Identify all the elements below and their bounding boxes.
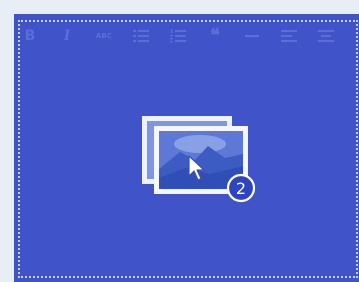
file-count-badge: 2 (226, 173, 256, 203)
align-left-icon (281, 30, 297, 42)
bulleted-list-button[interactable] (133, 28, 149, 44)
italic-icon: I (63, 28, 71, 44)
file-count-text: 2 (236, 179, 246, 198)
bold-icon: B (24, 28, 36, 44)
numbered-list-icon (170, 29, 186, 43)
strikethrough-icon: ABC (95, 32, 113, 40)
numbered-list-button[interactable] (170, 28, 186, 44)
strikethrough-button[interactable]: ABC (96, 28, 112, 44)
dropped-images-icon: 2 (142, 116, 256, 203)
horizontal-rule-button[interactable] (244, 28, 260, 44)
align-center-button[interactable] (318, 28, 334, 44)
bold-button[interactable]: B (22, 28, 38, 44)
align-center-icon (318, 30, 334, 42)
editor-toolbar: B I ABC ❝ (22, 25, 355, 46)
horizontal-rule-icon (245, 35, 259, 38)
align-left-button[interactable] (281, 28, 297, 44)
blockquote-button[interactable]: ❝ (207, 25, 223, 46)
blockquote-icon: ❝ (210, 25, 220, 46)
italic-button[interactable]: I (59, 28, 75, 44)
bulleted-list-icon (133, 30, 149, 42)
